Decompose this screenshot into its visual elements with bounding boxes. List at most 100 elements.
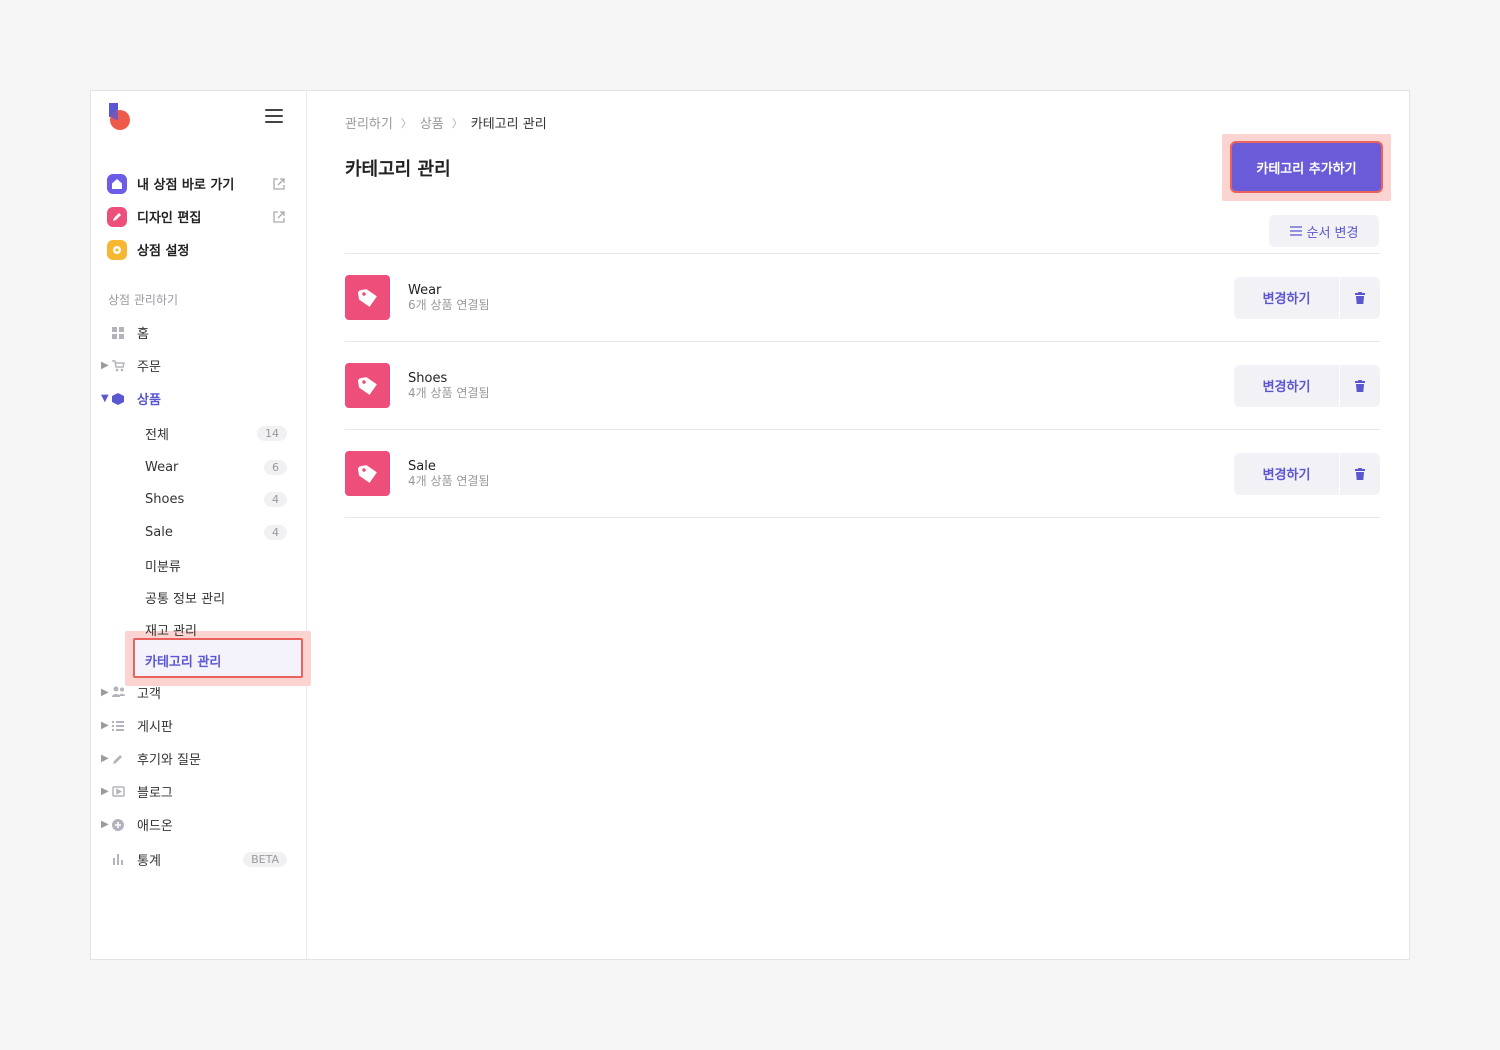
- breadcrumb-item[interactable]: 관리하기: [345, 113, 393, 132]
- caret-right-icon[interactable]: ▶: [101, 360, 109, 371]
- sidebar-item-label: 블로그: [137, 786, 173, 801]
- sidebar-subitem-common-info[interactable]: 공통 정보 관리: [91, 581, 307, 613]
- quick-link-settings[interactable]: 상점 설정: [107, 233, 287, 266]
- edit-icon: [111, 752, 125, 766]
- count-badge: 4: [264, 524, 287, 540]
- edit-button[interactable]: 변경하기: [1234, 276, 1339, 319]
- caret-down-icon[interactable]: ▼: [101, 393, 109, 404]
- box-icon: [111, 392, 125, 406]
- sidebar-subitem-label: 전체: [145, 427, 169, 443]
- sidebar-item-reviews[interactable]: ▶ 후기와 질문: [91, 742, 307, 775]
- category-name: Wear: [408, 282, 442, 298]
- sidebar-item-stats[interactable]: 통계 BETA: [91, 841, 307, 877]
- sidebar-subitem-all[interactable]: 전체 14: [91, 415, 307, 451]
- count-badge: 6: [264, 459, 287, 475]
- count-badge: 14: [257, 425, 287, 441]
- sidebar-subitem-inventory[interactable]: 재고 관리: [91, 613, 307, 645]
- sidebar-item-products[interactable]: ▼ 상품: [91, 382, 307, 415]
- list-icon: [111, 719, 125, 733]
- sidebar: 내 상점 바로 가기 디자인 편집 상점 설정 상점 관리하기 홈 ▶ 주문 ▼…: [91, 91, 311, 959]
- quick-link-my-store[interactable]: 내 상점 바로 가기: [107, 167, 287, 200]
- breadcrumb: 관리하기 〉 상품 〉 카테고리 관리: [345, 113, 547, 133]
- caret-right-icon[interactable]: ▶: [101, 753, 109, 764]
- sidebar-subitem-label: Sale: [145, 524, 173, 540]
- beta-badge: BETA: [243, 851, 287, 867]
- caret-right-icon[interactable]: ▶: [101, 786, 109, 797]
- external-link-icon[interactable]: [271, 209, 287, 225]
- sidebar-item-customers[interactable]: ▶ 고객: [91, 675, 307, 709]
- sidebar-item-label: 홈: [137, 327, 149, 342]
- section-title: 상점 관리하기: [108, 293, 179, 307]
- bar-chart-icon: [111, 852, 125, 866]
- sidebar-item-label: 고객: [137, 686, 161, 702]
- sidebar-subitem-uncategorized[interactable]: 미분류: [91, 549, 307, 581]
- sidebar-item-label: 애드온: [137, 819, 173, 834]
- category-count: 4개 상품 연결됨: [408, 473, 490, 488]
- category-row: Shoes 4개 상품 연결됨 변경하기: [345, 342, 1380, 430]
- sidebar-item-board[interactable]: ▶ 게시판: [91, 709, 307, 742]
- category-name: Shoes: [408, 370, 448, 386]
- chevron-right-icon: 〉: [400, 116, 412, 130]
- trash-icon: [1355, 379, 1365, 392]
- sidebar-item-home[interactable]: 홈: [91, 316, 307, 349]
- edit-button[interactable]: 변경하기: [1234, 452, 1339, 495]
- edit-button[interactable]: 변경하기: [1234, 364, 1339, 407]
- page-title: 카테고리 관리: [345, 159, 451, 180]
- row-actions: 변경하기: [1234, 452, 1380, 495]
- reorder-button-label: 순서 변경: [1306, 225, 1359, 241]
- category-info: Sale 4개 상품 연결됨: [408, 459, 1234, 489]
- sidebar-subitem-label: 공통 정보 관리: [145, 591, 226, 607]
- quick-link-label: 상점 설정: [137, 244, 190, 259]
- sidebar-subitem-wear[interactable]: Wear 6: [91, 451, 307, 483]
- sidebar-subitem-category[interactable]: 카테고리 관리: [91, 645, 307, 675]
- sidebar-item-orders[interactable]: ▶ 주문: [91, 349, 307, 382]
- sidebar-subitem-label: 미분류: [145, 559, 181, 575]
- gear-icon: [107, 239, 127, 260]
- sidebar-subitem-label: 카테고리 관리: [145, 654, 222, 670]
- sidebar-item-addons[interactable]: ▶ 애드온: [91, 808, 307, 841]
- app-window: 내 상점 바로 가기 디자인 편집 상점 설정 상점 관리하기 홈 ▶ 주문 ▼…: [90, 90, 1410, 960]
- sidebar-subitem-label: Wear: [145, 459, 179, 475]
- main-content: 관리하기 〉 상품 〉 카테고리 관리 카테고리 관리 카테고리 추가하기 순서…: [307, 91, 1409, 959]
- category-info: Wear 6개 상품 연결됨: [408, 283, 1234, 313]
- sidebar-item-blog[interactable]: ▶ 블로그: [91, 775, 307, 808]
- plus-circle-icon: [111, 818, 125, 832]
- sidebar-subitem-shoes[interactable]: Shoes 4: [91, 483, 307, 515]
- chevron-right-icon: 〉: [451, 116, 463, 130]
- category-count: 4개 상품 연결됨: [408, 385, 490, 400]
- row-actions: 변경하기: [1234, 276, 1380, 319]
- category-info: Shoes 4개 상품 연결됨: [408, 371, 1234, 401]
- reorder-button[interactable]: 순서 변경: [1269, 215, 1379, 247]
- quick-link-design[interactable]: 디자인 편집: [107, 200, 287, 233]
- trash-icon: [1355, 467, 1365, 480]
- category-name: Sale: [408, 458, 436, 474]
- category-row: Wear 6개 상품 연결됨 변경하기: [345, 254, 1380, 342]
- pencil-icon: [107, 206, 127, 227]
- logo-icon[interactable]: [107, 103, 131, 131]
- add-category-button[interactable]: 카테고리 추가하기: [1230, 141, 1383, 193]
- delete-button[interactable]: [1339, 364, 1380, 407]
- sidebar-subitem-sale[interactable]: Sale 4: [91, 515, 307, 549]
- caret-right-icon[interactable]: ▶: [101, 687, 109, 698]
- grid-icon: [111, 326, 125, 340]
- tag-icon: [345, 275, 390, 320]
- sidebar-subitem-label: Shoes: [145, 491, 185, 507]
- sidebar-item-label: 주문: [137, 360, 161, 375]
- trash-icon: [1355, 291, 1365, 304]
- breadcrumb-item[interactable]: 상품: [420, 113, 444, 132]
- external-link-icon[interactable]: [271, 176, 287, 192]
- delete-button[interactable]: [1339, 452, 1380, 495]
- caret-right-icon[interactable]: ▶: [101, 720, 109, 731]
- caret-right-icon[interactable]: ▶: [101, 819, 109, 830]
- house-icon: [107, 173, 127, 194]
- sidebar-subitem-label: 재고 관리: [145, 623, 197, 639]
- menu-icon[interactable]: [265, 109, 283, 123]
- category-row: Sale 4개 상품 연결됨 변경하기: [345, 430, 1380, 518]
- category-list: Wear 6개 상품 연결됨 변경하기 Shoes 4개 상품 연결됨 변경하기…: [345, 253, 1380, 518]
- quick-link-label: 디자인 편집: [137, 211, 202, 226]
- cart-icon: [111, 359, 125, 373]
- category-count: 6개 상품 연결됨: [408, 297, 490, 312]
- sidebar-item-label: 통계: [137, 853, 161, 869]
- delete-button[interactable]: [1339, 276, 1380, 319]
- users-icon: [111, 685, 125, 699]
